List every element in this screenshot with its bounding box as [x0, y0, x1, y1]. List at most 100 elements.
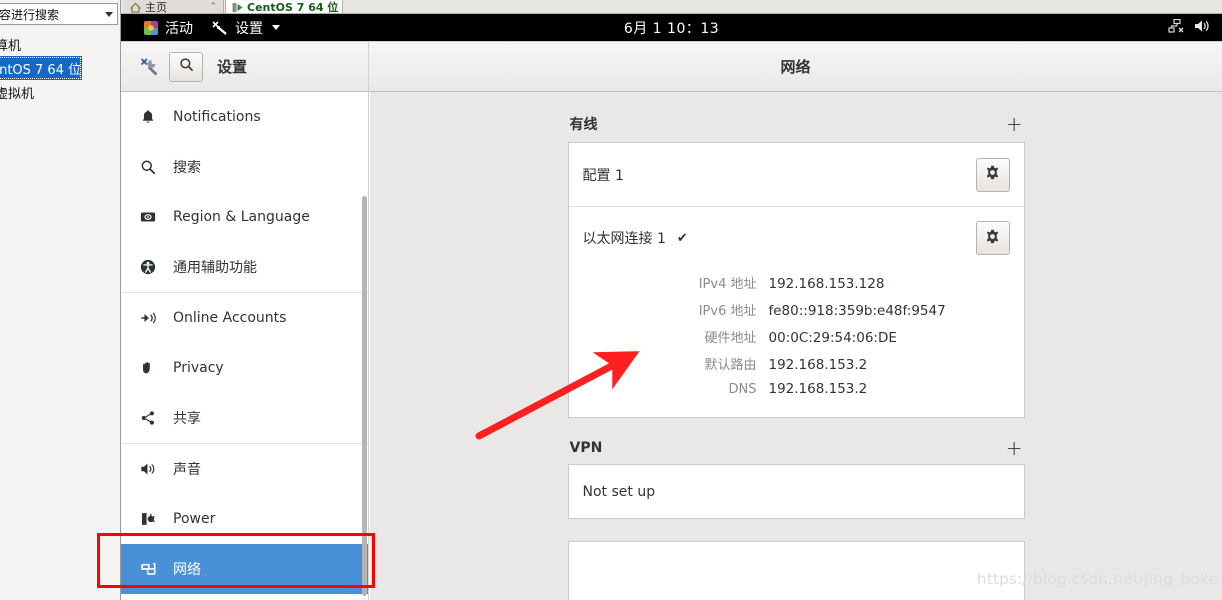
guest-vm-screen: 活动 设置 6月 1 10：13 设置 网络 Notifications 搜索 …	[121, 14, 1222, 600]
vmware-tab-home-label: 主页	[145, 1, 167, 14]
library-search-input[interactable]: 键入内容进行搜索	[0, 3, 118, 25]
network-detail-row: DNS 192.168.153.2	[583, 377, 1010, 401]
network-detail-row: 硬件地址 00:0C:29:54:06:DE	[583, 323, 1010, 350]
network-wired-icon	[140, 561, 156, 577]
vmware-tab-centos[interactable]: CentOS 7 64 位 ⌃	[225, 0, 343, 14]
connected-check-icon: ✔	[676, 230, 688, 246]
vpn-status-text: Not set up	[582, 483, 656, 500]
network-detail-row: IPv6 地址 fe80::918:359b:e48f:9547	[583, 296, 1010, 323]
vmware-library-sidebar: 键入内容进行搜索 计算机 CentOS 7 64 位 的虚拟机	[0, 0, 121, 600]
vmware-tab-home[interactable]: 主页 ⌃	[124, 0, 224, 14]
close-icon[interactable]: ⌃	[342, 2, 343, 12]
network-detail-value: fe80::918:359b:e48f:9547	[768, 303, 946, 319]
network-detail-row: 默认路由 192.168.153.2	[583, 350, 1010, 377]
hand-privacy-icon	[140, 360, 156, 376]
sidebar-item-label: Online Accounts	[173, 310, 287, 326]
sidebar-item-label: 搜索	[173, 160, 201, 176]
library-item-my-vms-label: 的虚拟机	[0, 86, 35, 102]
sidebar-scrollbar[interactable]	[362, 92, 368, 600]
vpn-section-header: VPN +	[568, 418, 1025, 464]
settings-header-bar: 设置 网络	[121, 42, 1222, 92]
add-wired-button[interactable]: +	[1006, 114, 1023, 134]
wired-connection-name: 以太网连接 1	[582, 231, 666, 247]
sidebar-item-1[interactable]: 搜索	[121, 142, 368, 192]
sidebar-scrollbar-thumb[interactable]	[362, 196, 367, 596]
online-accounts-icon	[139, 309, 157, 327]
sidebar-item-label: 声音	[173, 462, 201, 478]
network-wired-icon	[139, 560, 157, 578]
proxy-row[interactable]	[569, 542, 1024, 600]
chevron-down-icon[interactable]	[105, 11, 113, 17]
wired-profile-row[interactable]: 配置 1	[569, 143, 1024, 206]
settings-sidebar: Notifications 搜索 Region & Language 通用辅助功能 On…	[121, 92, 369, 600]
network-detail-key: 默认路由	[704, 358, 757, 373]
sidebar-item-label: 网络	[173, 562, 201, 578]
wired-connection-row[interactable]: 以太网连接 1 ✔	[568, 206, 1024, 269]
settings-left-title: 设置	[217, 58, 248, 76]
sidebar-item-0[interactable]: Notifications	[121, 92, 368, 142]
search-button[interactable]	[169, 51, 203, 82]
wired-card: 配置 1 以太网连接 1 ✔ IPv4 地址 192.168.153.128 I…	[567, 142, 1025, 418]
accessibility-icon	[140, 259, 156, 275]
network-detail-row: IPv4 地址 192.168.153.128	[583, 269, 1010, 296]
bell-icon	[139, 108, 157, 126]
wired-connection-name-wrap: 以太网连接 1 ✔	[583, 228, 688, 248]
search-icon	[179, 57, 194, 76]
header-left-section: 设置	[121, 42, 369, 91]
sidebar-item-9[interactable]: 网络	[121, 544, 368, 594]
sidebar-item-label: Region & Language	[173, 209, 310, 225]
search-icon	[139, 158, 157, 176]
wired-section-header: 有线 +	[568, 92, 1025, 142]
vpn-card: Not set up	[567, 464, 1025, 519]
network-detail-value: 192.168.153.2	[768, 381, 868, 397]
add-vpn-button[interactable]: +	[1006, 438, 1023, 458]
network-detail-value: 192.168.153.2	[768, 357, 868, 373]
vpn-section-title: VPN	[569, 440, 603, 456]
sidebar-item-8[interactable]: Power	[121, 494, 368, 544]
sidebar-item-3[interactable]: 通用辅助功能	[121, 242, 368, 292]
power-plug-icon	[140, 511, 156, 527]
sidebar-item-7[interactable]: 声音	[121, 444, 368, 494]
sidebar-item-2[interactable]: Region & Language	[121, 192, 368, 242]
bell-icon	[140, 109, 156, 125]
network-detail-value: 00:0C:29:54:06:DE	[768, 330, 897, 346]
speaker-icon	[139, 460, 157, 478]
wired-connection-settings-button[interactable]	[975, 221, 1010, 255]
library-item-my-vms[interactable]: 的虚拟机	[0, 80, 121, 104]
library-item-computer[interactable]: 计算机	[0, 32, 121, 56]
network-detail-key: IPv6 地址	[698, 304, 757, 319]
clock[interactable]: 6月 1 10：13	[121, 18, 1222, 38]
network-detail-key: 硬件地址	[704, 331, 757, 346]
proxy-card-partial	[567, 541, 1025, 600]
sidebar-item-label: Notifications	[173, 109, 261, 125]
sidebar-item-label: Privacy	[173, 360, 224, 376]
speaker-icon	[140, 461, 156, 477]
home-icon	[129, 2, 142, 13]
accessibility-icon	[139, 258, 157, 276]
close-icon[interactable]: ⌃	[209, 2, 217, 12]
library-item-centos-label: CentOS 7 64 位	[0, 62, 82, 78]
sidebar-item-5[interactable]: Privacy	[121, 343, 368, 393]
sidebar-item-6[interactable]: 共享	[121, 393, 368, 443]
region-language-icon	[140, 209, 156, 225]
volume-icon[interactable]	[1194, 19, 1212, 37]
library-item-centos[interactable]: CentOS 7 64 位	[0, 56, 82, 80]
network-detail-key: IPv4 地址	[698, 277, 757, 292]
sidebar-item-label: Power	[173, 511, 216, 527]
gnome-top-bar: 活动 设置 6月 1 10：13	[121, 14, 1222, 41]
network-offline-icon[interactable]	[1168, 18, 1186, 37]
library-item-computer-label: 计算机	[0, 38, 22, 54]
gear-icon	[985, 165, 1000, 184]
vmware-tab-centos-label: CentOS 7 64 位	[247, 1, 339, 14]
network-detail-key: DNS	[728, 382, 757, 397]
vmware-tab-bar: 主页 ⌃ CentOS 7 64 位 ⌃	[0, 0, 1222, 14]
hand-privacy-icon	[139, 359, 157, 377]
sidebar-item-4[interactable]: Online Accounts	[121, 293, 368, 343]
search-icon	[140, 159, 156, 175]
share-icon	[139, 409, 157, 427]
network-detail-value: 192.168.153.128	[768, 276, 885, 292]
gear-icon	[985, 229, 1000, 248]
wired-profile-settings-button[interactable]	[975, 157, 1010, 192]
region-language-icon	[139, 208, 157, 226]
library-search-text: 键入内容进行搜索	[0, 7, 60, 22]
